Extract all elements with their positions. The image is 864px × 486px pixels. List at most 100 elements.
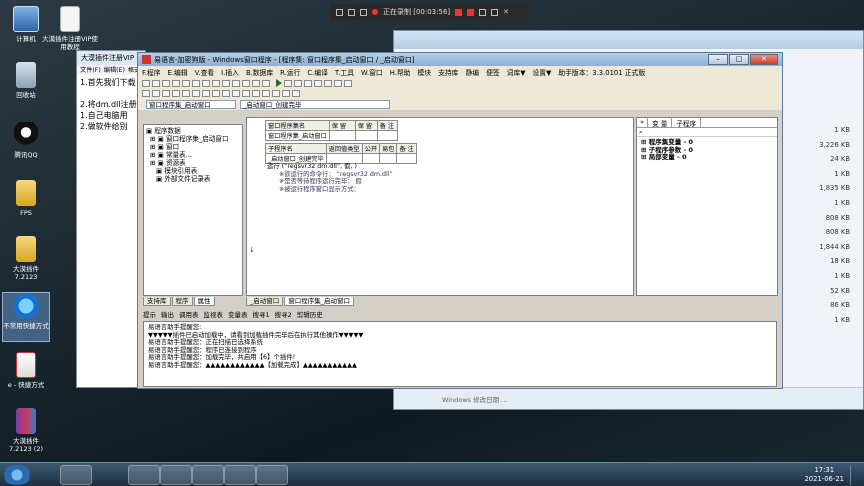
tab-variable-table[interactable]: 变量表: [228, 309, 248, 319]
expand-arrow-icon[interactable]: ↓: [249, 246, 255, 254]
subroutine-select[interactable]: _启动窗口_创建完毕: [240, 99, 390, 109]
debug-icon[interactable]: [334, 79, 342, 87]
menu-insert[interactable]: I.插入: [221, 67, 239, 77]
step-icon[interactable]: [294, 79, 302, 87]
align-icon[interactable]: [222, 89, 230, 97]
desktop-icon-e-shortcut[interactable]: e - 快捷方式: [2, 352, 50, 389]
tab-output[interactable]: 输出: [161, 309, 174, 319]
sub-cell[interactable]: [396, 153, 418, 164]
tab-call-table[interactable]: 调用表: [179, 309, 199, 319]
system-clock[interactable]: 17:31 2021-06-21: [804, 466, 844, 484]
layout-icon[interactable]: [242, 79, 250, 87]
hand-icon[interactable]: [324, 79, 332, 87]
tree-root[interactable]: ▣ 程序数据: [146, 127, 240, 135]
open-icon[interactable]: [152, 79, 160, 87]
breakpoint-icon[interactable]: [314, 79, 322, 87]
tab-variables[interactable]: 变 量: [648, 118, 673, 128]
tree-item-module-refs[interactable]: ▣ 模块引用表: [146, 167, 240, 175]
notepad-menu-file[interactable]: 文件(F): [80, 65, 101, 75]
redo-icon[interactable]: [212, 79, 220, 87]
tab-search-2[interactable]: 搜寻2: [275, 309, 292, 319]
assembly-cell[interactable]: [354, 130, 378, 141]
code-block[interactable]: 运行 (“regsvr32 dm.dll”, 假, ) ※欲运行的命令行： “r…: [267, 163, 393, 193]
close-icon[interactable]: ✕: [503, 8, 509, 16]
find-icon[interactable]: [222, 79, 230, 87]
stop-icon[interactable]: [284, 79, 292, 87]
menu-run[interactable]: R.运行: [280, 67, 300, 77]
tab-start-window[interactable]: _启动窗口: [246, 297, 284, 306]
camera-icon[interactable]: [479, 8, 487, 16]
align-icon[interactable]: [192, 89, 200, 97]
align-icon[interactable]: [172, 89, 180, 97]
minimize-button[interactable]: –: [708, 54, 728, 65]
align-icon[interactable]: [162, 89, 170, 97]
tab-watch-table[interactable]: 监视表: [204, 309, 224, 319]
notepad-text-area[interactable]: 1.首先我们下载 2.将dm.dll注册 1.自己电脑用 2.做软件给别: [77, 75, 145, 134]
menu-help[interactable]: H.帮助: [390, 67, 411, 77]
desktop-icon-dm-plugin[interactable]: 大漠插件 7.2123: [2, 236, 50, 281]
tree-item-external-files[interactable]: ▣ 外部文件记录表: [146, 175, 240, 183]
taskbar-explorer[interactable]: [60, 465, 92, 485]
close-button[interactable]: ✕: [750, 54, 778, 65]
tab-subroutines[interactable]: 子程序: [672, 118, 702, 128]
start-button[interactable]: [2, 465, 32, 485]
align-icon[interactable]: [272, 89, 280, 97]
tree-item-window[interactable]: ⊞ ▣ 窗口: [146, 143, 240, 151]
sub-cell[interactable]: [379, 153, 398, 164]
align-icon[interactable]: [292, 89, 300, 97]
show-desktop-button[interactable]: [850, 465, 862, 485]
explorer-titlebar[interactable]: [394, 31, 863, 49]
align-icon[interactable]: [282, 89, 290, 97]
variable-search-input[interactable]: ⌕: [637, 128, 777, 137]
output-panel[interactable]: 易语言助手提醒您: ▼▼▼▼▼插件已启动加载中，请看到加载插件完毕后在执行其他操…: [143, 321, 777, 387]
menu-window[interactable]: W.窗口: [361, 67, 383, 77]
menu-support-lib[interactable]: 支持库: [438, 67, 458, 77]
desktop-icon-qq[interactable]: 腾讯QQ: [2, 122, 50, 159]
desktop-icon-shortcut-folder[interactable]: 不常用快捷方式: [2, 292, 50, 342]
tab-properties[interactable]: 属性: [193, 297, 215, 306]
sub-cell[interactable]: _启动窗口_创建完毕: [265, 153, 327, 164]
menu-compile[interactable]: C.编译: [307, 67, 328, 77]
menu-static-compile[interactable]: 静编: [465, 67, 479, 77]
save-icon[interactable]: [162, 79, 170, 87]
tab-assembly[interactable]: 窗口程序集_启动窗口: [284, 297, 354, 306]
align-icon[interactable]: [202, 89, 210, 97]
taskbar-e-language[interactable]: [256, 465, 288, 485]
menu-notes[interactable]: 便签: [486, 67, 500, 77]
variable-group-locals[interactable]: ⊞ 局部变量 - 0: [641, 153, 773, 162]
tab-program[interactable]: 程序: [171, 297, 193, 306]
area-icon[interactable]: [360, 8, 367, 16]
tab-support-lib[interactable]: 支持库: [143, 297, 171, 306]
ide-titlebar[interactable]: 易语言-加密狗版 - Windows窗口程序 - [程序集: 窗口程序集_启动窗…: [138, 53, 782, 66]
paste-icon[interactable]: [192, 79, 200, 87]
menu-database[interactable]: B.数据库: [246, 67, 273, 77]
tree-item-resources[interactable]: ⊞ ▣ 资源表: [146, 159, 240, 167]
e-language-ide-window[interactable]: 易语言-加密狗版 - Windows窗口程序 - [程序集: 窗口程序集_启动窗…: [137, 52, 783, 389]
desktop-icon-dm-plugin-2[interactable]: 大漠插件 7.2123 (2): [2, 408, 50, 453]
stop-icon[interactable]: [467, 8, 475, 16]
notepad-titlebar[interactable]: 大漠插件注册VIP: [77, 51, 145, 65]
copy-icon[interactable]: [182, 79, 190, 87]
new-icon[interactable]: [142, 79, 150, 87]
desktop-icon-fps[interactable]: FPS: [2, 180, 50, 217]
assembly-cell[interactable]: [376, 130, 398, 141]
code-editor[interactable]: 窗口程序集名 保 留 保 留 备 注 窗口程序集_启动窗口 子程序名 返回值类型…: [246, 117, 634, 296]
assembly-select[interactable]: 窗口程序集_启动窗口: [146, 99, 236, 109]
menu-tools[interactable]: T.工具: [335, 67, 354, 77]
tree-item-assembly[interactable]: ⊞ ▣ 窗口程序集_启动窗口: [146, 135, 240, 143]
desktop-icon-recycle-bin[interactable]: 回收站: [2, 62, 50, 99]
pause-icon[interactable]: [455, 8, 463, 16]
tab-search-1[interactable]: 搜寻1: [253, 309, 270, 319]
cut-icon[interactable]: [172, 79, 180, 87]
layout-icon[interactable]: [252, 79, 260, 87]
undo-icon[interactable]: [202, 79, 210, 87]
settings-icon[interactable]: [491, 8, 499, 16]
step-over-icon[interactable]: [304, 79, 312, 87]
taskbar-media-player[interactable]: [96, 465, 128, 485]
fullscreen-icon[interactable]: [336, 8, 343, 16]
taskbar-assistant[interactable]: [224, 465, 256, 485]
taskbar-notepad[interactable]: [160, 465, 192, 485]
align-icon[interactable]: [152, 89, 160, 97]
layout-icon[interactable]: [262, 79, 270, 87]
maximize-button[interactable]: □: [729, 54, 749, 65]
